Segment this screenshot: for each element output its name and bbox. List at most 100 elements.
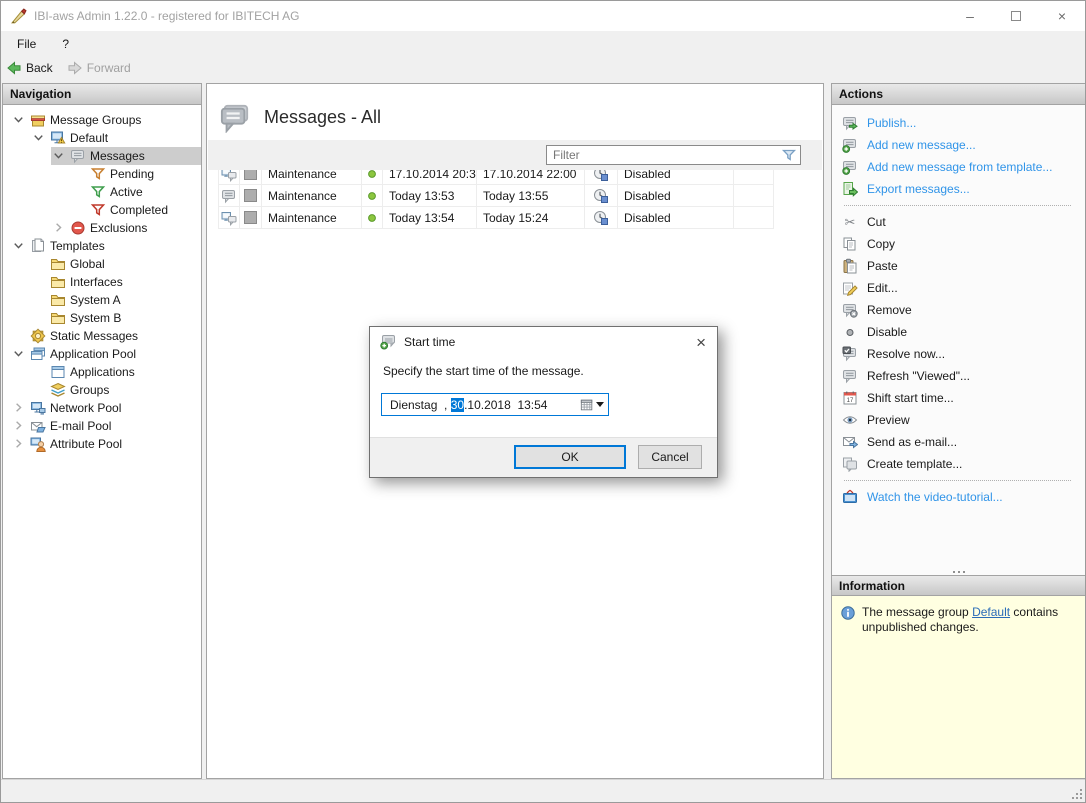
action-refresh-viewed[interactable]: Refresh "Viewed"...	[842, 365, 1085, 387]
date-picker-dropdown[interactable]	[580, 398, 608, 412]
tree-item-system-a[interactable]: System A	[3, 291, 201, 309]
tree-item-network-pool[interactable]: Network Pool	[3, 399, 201, 417]
filter-input[interactable]	[546, 145, 801, 165]
forward-button[interactable]: Forward	[67, 60, 131, 76]
chevron-spacer	[31, 310, 46, 326]
info-circle-icon	[840, 605, 856, 621]
cell-status	[362, 185, 383, 206]
tree-item-e-mail-pool[interactable]: E-mail Pool	[3, 417, 201, 435]
tree-item-label: Application Pool	[50, 347, 136, 361]
chevron-right-icon[interactable]	[11, 418, 26, 434]
date-rest: .10.2018 13:54	[464, 398, 547, 412]
tree-item-static-messages[interactable]: Static Messages	[3, 327, 201, 345]
folder-icon	[50, 256, 66, 272]
action-disable[interactable]: Disable	[842, 321, 1085, 343]
filter-funnel-icon[interactable]	[781, 147, 797, 163]
resize-grip[interactable]	[1069, 786, 1082, 799]
action-watch-the-video-tutorial[interactable]: Watch the video-tutorial...	[842, 486, 1085, 508]
minimize-button[interactable]: –	[947, 1, 993, 31]
document-icon	[30, 238, 46, 254]
tree-item-templates[interactable]: Templates	[3, 237, 201, 255]
start-time-input[interactable]: Dienstag , 30.10.2018 13:54	[381, 393, 609, 416]
tree-item-label: Interfaces	[70, 275, 123, 289]
bubble-arrow-icon	[842, 115, 858, 131]
action-edit[interactable]: Edit...	[842, 277, 1085, 299]
tree-item-applications[interactable]: Applications	[3, 363, 201, 381]
chevron-right-icon[interactable]	[51, 220, 66, 236]
action-label: Remove	[867, 303, 912, 317]
action-remove[interactable]: Remove	[842, 299, 1085, 321]
date-weekday: Dienstag ,	[390, 398, 451, 412]
selection-square	[244, 189, 257, 202]
close-button[interactable]: ×	[1039, 1, 1085, 31]
dot-green-icon	[364, 210, 380, 226]
funnel-orange-icon	[90, 166, 106, 182]
calendar-grid-icon	[580, 398, 594, 412]
dropdown-arrow-icon	[596, 402, 604, 407]
tree-item-completed[interactable]: Completed	[3, 201, 201, 219]
action-copy[interactable]: Copy	[842, 233, 1085, 255]
tree-item-label: Groups	[70, 383, 109, 397]
tree-item-message-groups[interactable]: Message Groups	[3, 111, 201, 129]
action-resolve-now[interactable]: Resolve now...	[842, 343, 1085, 365]
tree-item-global[interactable]: Global	[3, 255, 201, 273]
action-add-new-message-from-template[interactable]: Add new message from template...	[842, 156, 1085, 178]
back-button[interactable]: Back	[6, 60, 53, 76]
minus-circle-icon	[70, 220, 86, 236]
default-group-link[interactable]: Default	[972, 605, 1010, 619]
cell-message-type	[218, 207, 240, 228]
tree-item-application-pool[interactable]: Application Pool	[3, 345, 201, 363]
layers-icon	[50, 382, 66, 398]
chevron-down-icon[interactable]	[11, 346, 26, 362]
tree-item-exclusions[interactable]: Exclusions	[3, 219, 201, 237]
tree-item-groups[interactable]: Groups	[3, 381, 201, 399]
menu-item-file[interactable]: File	[17, 37, 36, 51]
action-shift-start-time[interactable]: 17Shift start time...	[842, 387, 1085, 409]
action-send-as-e-mail[interactable]: Send as e-mail...	[842, 431, 1085, 453]
email-send-icon	[842, 434, 858, 450]
tree-item-interfaces[interactable]: Interfaces	[3, 273, 201, 291]
tree-item-active[interactable]: Active	[3, 183, 201, 201]
tree-item-default[interactable]: Default	[3, 129, 201, 147]
chevron-down-icon[interactable]	[11, 112, 26, 128]
navigation-header: Navigation	[3, 84, 201, 105]
tree-item-messages[interactable]: Messages	[3, 147, 201, 165]
monitor-bubble-icon	[221, 210, 237, 226]
actions-separator	[844, 480, 1071, 481]
chevron-right-icon[interactable]	[11, 436, 26, 452]
tree-item-attribute-pool[interactable]: Attribute Pool	[3, 435, 201, 453]
action-add-new-message[interactable]: Add new message...	[842, 134, 1085, 156]
action-export-messages[interactable]: Export messages...	[842, 178, 1085, 200]
maximize-button[interactable]	[993, 1, 1039, 31]
panel-splitter[interactable]	[832, 571, 1085, 573]
information-text: The message group Default contains unpub…	[862, 605, 1074, 778]
table-row[interactable]: MaintenanceToday 13:54Today 15:24Disable…	[218, 207, 774, 229]
tree-item-pending[interactable]: Pending	[3, 165, 201, 183]
cell-status	[362, 207, 383, 228]
action-preview[interactable]: Preview	[842, 409, 1085, 431]
information-body: The message group Default contains unpub…	[832, 596, 1085, 778]
information-header: Information	[832, 575, 1085, 596]
chevron-down-icon[interactable]	[51, 148, 66, 164]
table-row[interactable]: MaintenanceToday 13:53Today 13:55Disable…	[218, 185, 774, 207]
tree-item-system-b[interactable]: System B	[3, 309, 201, 327]
chevron-down-icon[interactable]	[31, 130, 46, 146]
tree-item-label: Static Messages	[50, 329, 138, 343]
action-label: Publish...	[867, 116, 916, 130]
chevron-right-icon[interactable]	[11, 400, 26, 416]
dialog-close-icon[interactable]: ×	[696, 334, 706, 351]
tree-item-label: Global	[70, 257, 105, 271]
chevron-down-icon[interactable]	[11, 238, 26, 254]
ok-button[interactable]: OK	[514, 445, 626, 469]
clock-icon	[593, 210, 609, 226]
bubble-plus-icon	[842, 137, 858, 153]
titlebar: IBI-aws Admin 1.22.0 - registered for IB…	[1, 1, 1085, 31]
action-publish[interactable]: Publish...	[842, 112, 1085, 134]
cancel-button[interactable]: Cancel	[638, 445, 702, 469]
action-paste[interactable]: Paste	[842, 255, 1085, 277]
action-label: Watch the video-tutorial...	[867, 490, 1003, 504]
menu-item-[interactable]: ?	[62, 37, 69, 51]
action-create-template[interactable]: Create template...	[842, 453, 1085, 475]
action-cut[interactable]: ✂Cut	[842, 211, 1085, 233]
paste-icon	[842, 258, 858, 274]
